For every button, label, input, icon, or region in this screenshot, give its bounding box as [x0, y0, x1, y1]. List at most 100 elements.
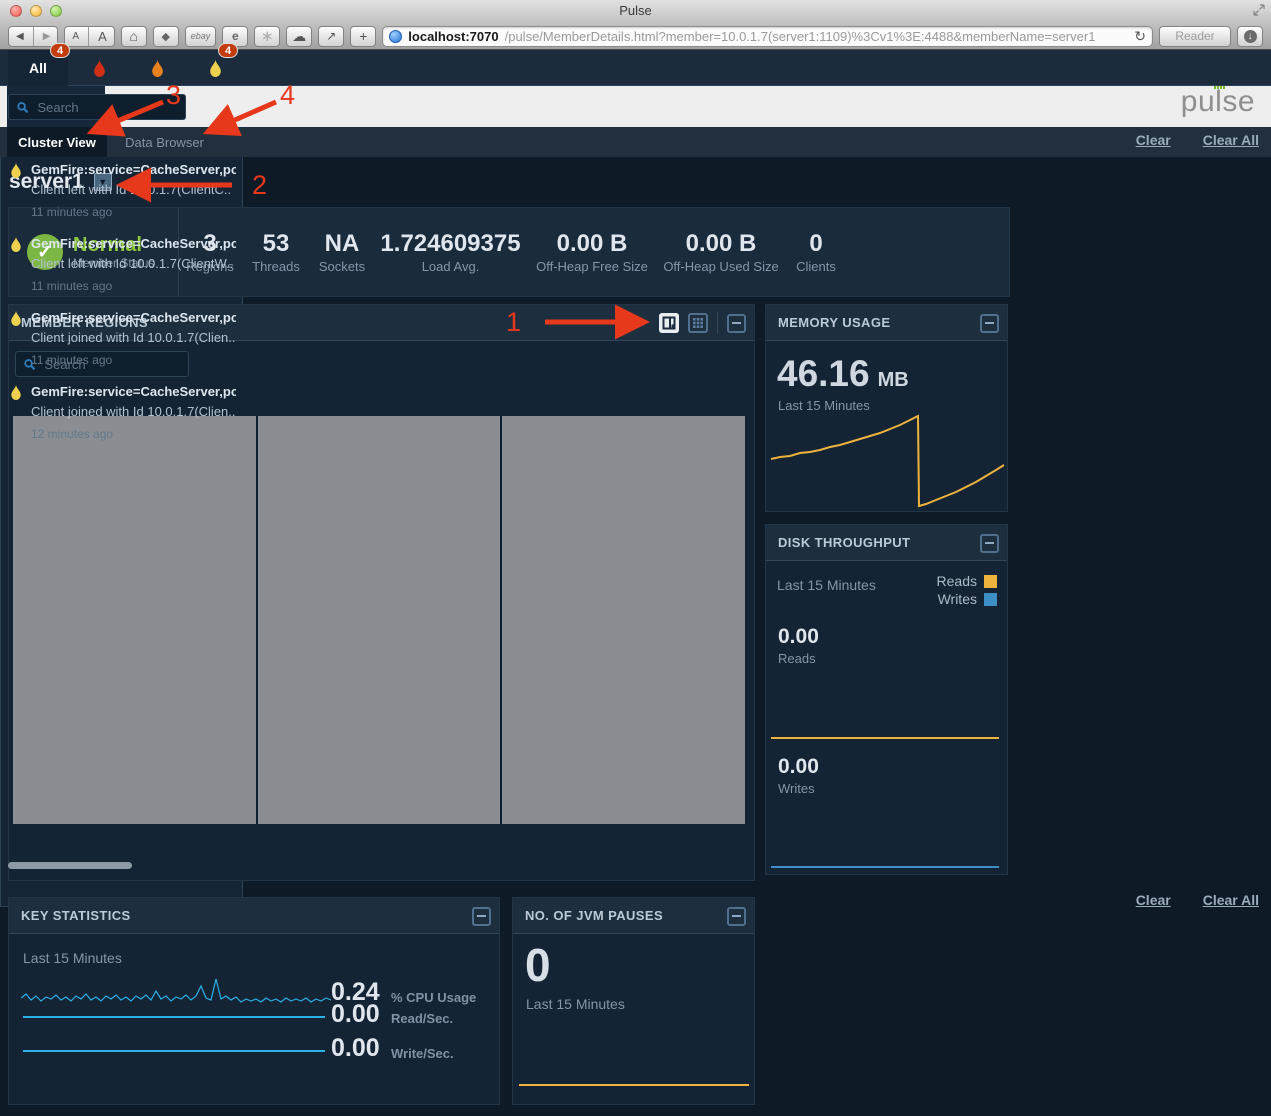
red-flame-icon	[93, 60, 106, 77]
downloads-button[interactable]: ↓	[1237, 26, 1263, 47]
cloud-icon: ☁	[292, 28, 306, 45]
share-icon: ↗	[326, 29, 336, 43]
yellow-flame-icon	[10, 385, 22, 400]
browser-toolbar: ◀ ▶ A A ⌂ ◆ ebay e ∗ ☁ ↗ + localhost:707…	[0, 22, 1271, 50]
key-statistics-panel: KEY STATISTICS Last 15 Minutes 0.24 % CP…	[8, 897, 500, 1105]
disk-legend: Reads Writes	[937, 573, 997, 607]
collapse-jvm-button[interactable]	[727, 907, 746, 926]
region-block[interactable]	[13, 416, 256, 824]
writes-swatch	[984, 593, 997, 606]
clear-all-link[interactable]: Clear All	[1203, 892, 1259, 908]
cpu-sparkline-chart	[21, 974, 331, 1010]
text-smaller-icon[interactable]: A	[65, 31, 86, 42]
writes-value: 0.00	[778, 755, 819, 779]
reads-label: Reads	[778, 651, 816, 666]
browser-chrome: Pulse ◀ ▶ A A ⌂ ◆ ebay e ∗ ☁ ↗ +	[0, 0, 1271, 50]
download-icon: ↓	[1244, 30, 1257, 43]
minus-icon	[985, 322, 994, 324]
notifications-search[interactable]	[8, 94, 186, 120]
clear-link[interactable]: Clear	[1136, 892, 1171, 908]
jvm-pauses-panel: NO. OF JVM PAUSES 0 Last 15 Minutes	[512, 897, 755, 1105]
reload-icon[interactable]: ↻	[1134, 28, 1146, 45]
share-button[interactable]: ↗	[318, 26, 344, 47]
annotation-label-2: 2	[252, 170, 267, 201]
read-sec-value: 0.00	[331, 1000, 380, 1029]
region-block[interactable]	[502, 416, 745, 824]
divider	[717, 312, 718, 334]
notification-item[interactable]: GemFire:service=CacheServer,port=404 Cli…	[10, 384, 236, 441]
notification-tabbar: All 4 4	[0, 50, 1271, 86]
memory-usage-title: MEMORY USAGE	[778, 315, 890, 330]
notification-item[interactable]: GemFire:service=CacheServer,port=404 Cli…	[10, 236, 236, 293]
collapse-disk-button[interactable]	[980, 534, 999, 553]
collapse-memory-button[interactable]	[980, 314, 999, 333]
new-tab-button[interactable]: +	[350, 26, 376, 47]
yellow-flame-icon	[10, 311, 22, 326]
grid-view-icon	[692, 317, 704, 329]
notification-item[interactable]: GemFire:service=CacheServer,port=404 Cli…	[10, 162, 236, 219]
legend-reads-label: Reads	[937, 573, 977, 589]
legend-writes-label: Writes	[938, 591, 977, 607]
window-title: Pulse	[0, 3, 1271, 18]
minus-icon	[477, 915, 486, 917]
clear-link[interactable]: Clear	[1136, 132, 1171, 148]
read-sec-label: Read/Sec.	[391, 1011, 453, 1026]
disk-throughput-title: DISK THROUGHPUT	[778, 535, 910, 550]
home-icon: ⌂	[130, 28, 138, 44]
notifications-tab-severe[interactable]	[70, 50, 128, 86]
text-size-buttons[interactable]: A A	[64, 26, 114, 47]
pulse-logo: pulse	[1181, 85, 1255, 119]
collapse-regions-button[interactable]	[727, 314, 746, 333]
collapse-keystats-button[interactable]	[472, 907, 491, 926]
memory-unit: MB	[878, 369, 909, 391]
minus-icon	[732, 915, 741, 917]
nav-tabbar: Cluster View Data Browser	[0, 127, 1271, 157]
stat-threads: 53Threads	[241, 208, 311, 296]
keystats-subtitle: Last 15 Minutes	[23, 950, 122, 966]
diamond-icon: ◆	[162, 30, 170, 43]
stat-offheap-free: 0.00 BOff-Heap Free Size	[528, 208, 656, 296]
tab-data-browser[interactable]: Data Browser	[112, 127, 217, 157]
browser-titlebar: Pulse	[0, 0, 1271, 21]
bookmark-diamond-button[interactable]: ◆	[153, 26, 179, 47]
minus-icon	[732, 322, 741, 324]
jvm-pauses-value: 0	[525, 938, 551, 992]
tab-cluster-view[interactable]: Cluster View	[7, 127, 107, 157]
yellow-flame-icon	[209, 60, 222, 77]
reads-flatline	[771, 737, 999, 739]
yellow-flame-icon	[10, 237, 22, 252]
notification-item[interactable]: GemFire:service=CacheServer,port=404 Cli…	[10, 310, 236, 367]
treemap-view-button[interactable]	[659, 313, 679, 333]
clear-all-link[interactable]: Clear All	[1203, 132, 1259, 148]
cloud-tabs-button[interactable]: ☁	[286, 26, 312, 47]
reader-button[interactable]: Reader	[1159, 26, 1231, 47]
nav-back-forward[interactable]: ◀ ▶	[8, 26, 58, 47]
bookmark-ebay-button[interactable]: ebay	[185, 26, 217, 47]
disk-subtitle: Last 15 Minutes	[777, 577, 876, 593]
region-block[interactable]	[258, 416, 501, 824]
grid-view-button[interactable]	[688, 313, 708, 333]
window-resize-icon[interactable]	[1253, 4, 1265, 16]
write-sec-label: Write/Sec.	[391, 1046, 454, 1061]
url-path: /pulse/MemberDetails.html?member=10.0.1.…	[505, 29, 1129, 44]
cpu-usage-label: % CPU Usage	[391, 990, 476, 1005]
asterisk-icon: ∗	[261, 27, 274, 45]
clear-row-bottom: Clear Clear All	[1136, 892, 1259, 908]
forward-icon[interactable]: ▶	[36, 31, 58, 42]
url-bar[interactable]: localhost:7070 /pulse/MemberDetails.html…	[382, 26, 1153, 47]
jvm-pauses-subtitle: Last 15 Minutes	[526, 996, 625, 1012]
stat-offheap-used: 0.00 BOff-Heap Used Size	[656, 208, 786, 296]
notifications-search-input[interactable]	[35, 99, 177, 116]
treemap-view-icon	[662, 316, 676, 330]
disk-throughput-panel: DISK THROUGHPUT Last 15 Minutes Reads Wr…	[765, 524, 1008, 875]
evernote-icon: e	[232, 29, 239, 43]
horizontal-scrollbar[interactable]	[8, 862, 132, 869]
notifications-tab-error[interactable]	[128, 50, 186, 86]
home-button[interactable]: ⌂	[121, 26, 147, 47]
orange-flame-icon	[151, 60, 164, 77]
ebay-icon: ebay	[191, 31, 211, 41]
reads-swatch	[984, 575, 997, 588]
back-icon[interactable]: ◀	[9, 31, 31, 42]
text-larger-icon[interactable]: A	[91, 29, 114, 44]
bookmark-asterisk-button[interactable]: ∗	[254, 26, 280, 47]
